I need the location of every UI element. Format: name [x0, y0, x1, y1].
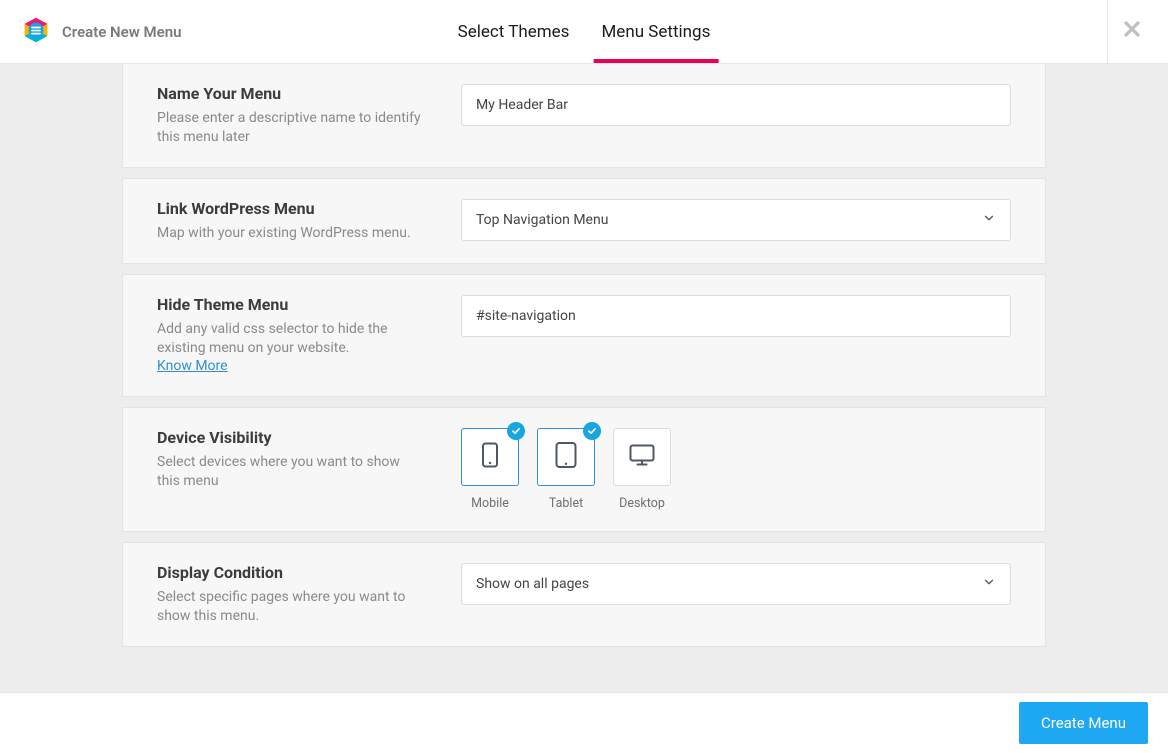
section-title: Link WordPress Menu: [157, 199, 421, 218]
create-menu-button[interactable]: Create Menu: [1019, 702, 1148, 744]
header-divider: [1107, 0, 1108, 64]
modal-footer: Create Menu: [0, 692, 1168, 753]
section-desc: Select devices where you want to show th…: [157, 453, 421, 491]
section-hide-theme-menu: Hide Theme Menu Add any valid css select…: [122, 274, 1046, 398]
modal-header: Create New Menu Select Themes Menu Setti…: [0, 0, 1168, 64]
brand: Create New Menu: [0, 16, 181, 48]
section-name-menu: Name Your Menu Please enter a descriptiv…: [122, 64, 1046, 168]
wp-menu-select-value: Top Navigation Menu: [476, 212, 608, 228]
section-device-visibility: Device Visibility Select devices where y…: [122, 407, 1046, 532]
device-toggle-mobile[interactable]: [461, 428, 519, 486]
menu-name-input[interactable]: [461, 84, 1011, 126]
device-toggle-tablet[interactable]: [537, 428, 595, 486]
menu-name-input-field[interactable]: [476, 97, 996, 113]
app-logo-icon: [22, 16, 50, 48]
section-desc: Add any valid css selector to hide the e…: [157, 320, 421, 377]
section-link-wp-menu: Link WordPress Menu Map with your existi…: [122, 178, 1046, 264]
section-title: Display Condition: [157, 563, 421, 582]
device-option-desktop: Desktop: [613, 428, 671, 511]
desktop-icon: [628, 443, 656, 471]
tab-menu-settings[interactable]: Menu Settings: [601, 0, 710, 63]
know-more-link[interactable]: Know More: [157, 358, 228, 374]
section-title: Hide Theme Menu: [157, 295, 421, 314]
wp-menu-select[interactable]: Top Navigation Menu: [461, 199, 1011, 241]
section-title: Device Visibility: [157, 428, 421, 447]
device-label: Tablet: [549, 496, 583, 511]
section-desc: Map with your existing WordPress menu.: [157, 224, 421, 243]
close-icon[interactable]: [1122, 19, 1142, 45]
settings-canvas: Name Your Menu Please enter a descriptiv…: [0, 64, 1168, 692]
device-options: Mobile Tablet: [461, 428, 671, 511]
display-condition-value: Show on all pages: [476, 576, 589, 592]
css-selector-input[interactable]: [461, 295, 1011, 337]
header-tabs: Select Themes Menu Settings: [458, 0, 711, 63]
device-toggle-desktop[interactable]: [613, 428, 671, 486]
section-title: Name Your Menu: [157, 84, 421, 103]
check-badge-icon: [583, 422, 601, 440]
chevron-down-icon: [982, 575, 996, 593]
device-label: Desktop: [619, 496, 665, 511]
section-display-condition: Display Condition Select specific pages …: [122, 542, 1046, 647]
tablet-icon: [554, 441, 578, 473]
css-selector-input-field[interactable]: [476, 308, 996, 324]
device-option-mobile: Mobile: [461, 428, 519, 511]
tab-select-themes[interactable]: Select Themes: [458, 0, 570, 63]
modal-title: Create New Menu: [62, 23, 181, 41]
chevron-down-icon: [982, 211, 996, 229]
display-condition-select[interactable]: Show on all pages: [461, 563, 1011, 605]
mobile-icon: [480, 442, 500, 472]
device-option-tablet: Tablet: [537, 428, 595, 511]
section-desc: Select specific pages where you want to …: [157, 588, 421, 626]
device-label: Mobile: [471, 496, 509, 511]
check-badge-icon: [507, 422, 525, 440]
section-desc: Please enter a descriptive name to ident…: [157, 109, 421, 147]
